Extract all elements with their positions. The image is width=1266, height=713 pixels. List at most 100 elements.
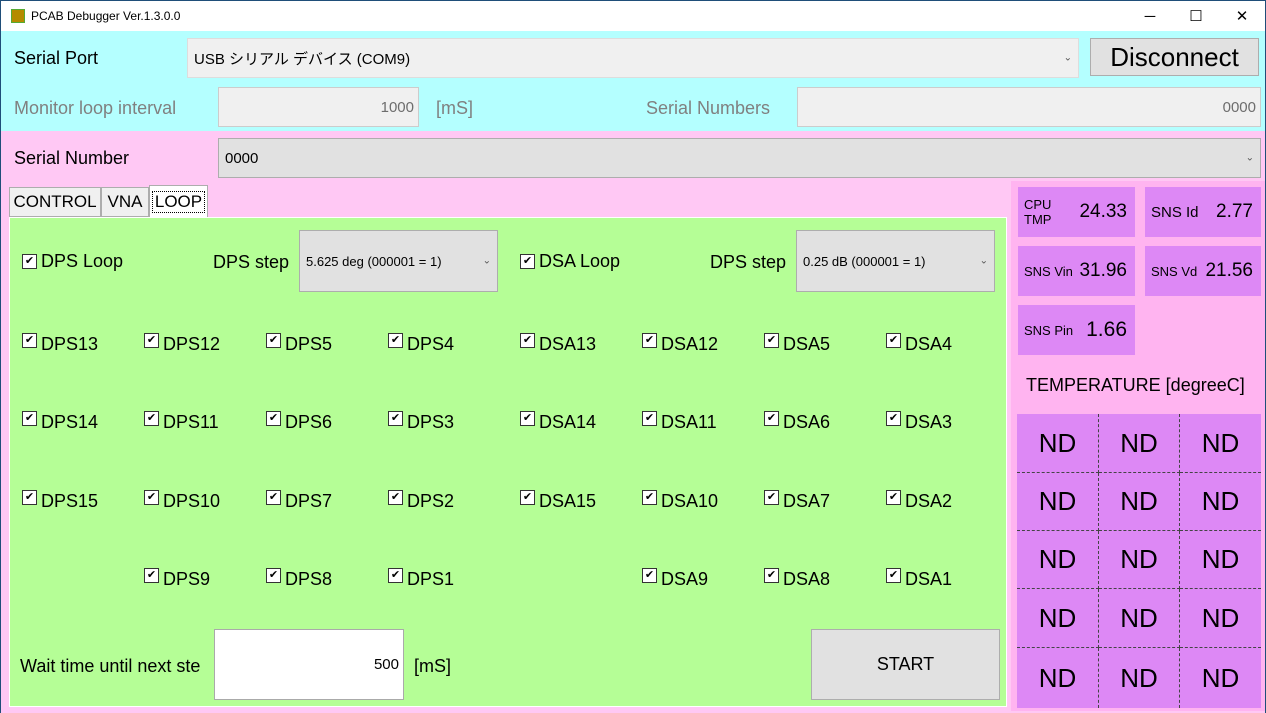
checkbox-label: DPS14	[41, 412, 99, 432]
dsa-step-value: 0.25 dB (000001 = 1)	[803, 253, 926, 269]
chevron-down-icon: ⌄	[1063, 52, 1072, 64]
temperature-cell: ND	[1017, 473, 1099, 531]
checkbox-label: DSA5	[783, 334, 831, 354]
wait-time-unit: [mS]	[414, 656, 452, 676]
checkbox-check-icon: ✔	[266, 411, 281, 426]
checkbox-dps13[interactable]: ✔ DPS13	[22, 333, 98, 355]
checkbox-check-icon: ✔	[144, 411, 159, 426]
serial-number-label: Serial Number	[14, 148, 130, 168]
checkbox-dps14[interactable]: ✔ DPS14	[22, 411, 99, 433]
dsa-step-select[interactable]: 0.25 dB (000001 = 1) ⌄	[796, 230, 995, 292]
checkbox-dsa14[interactable]: ✔ DSA14	[520, 411, 597, 433]
checkbox-check-icon: ✔	[520, 411, 535, 426]
tab-control[interactable]: CONTROL	[9, 187, 101, 217]
close-button[interactable]: ✕	[1219, 1, 1265, 31]
checkbox-check-icon: ✔	[22, 490, 37, 505]
serial-numbers-input[interactable]: 0000	[797, 87, 1261, 127]
temperature-cell: ND	[1180, 473, 1261, 531]
temperature-cell: ND	[1201, 662, 1240, 693]
checkbox-check-icon: ✔	[642, 333, 657, 348]
disconnect-button[interactable]: Disconnect	[1090, 38, 1259, 76]
checkbox-label: DSA2	[905, 491, 953, 511]
checkbox-dps1[interactable]: ✔ DPS1	[388, 568, 454, 590]
checkbox-dsa12[interactable]: ✔ DSA12	[642, 333, 719, 355]
serial-number-select[interactable]: 0000 ⌄	[218, 138, 1261, 178]
sns-vd-readout: SNS Vd 21.56	[1145, 246, 1261, 296]
temperature-cell: ND	[1180, 589, 1261, 648]
temperature-cell: ND	[1017, 589, 1099, 648]
checkbox-dps2[interactable]: ✔ DPS2	[388, 490, 454, 512]
checkbox-dsa6[interactable]: ✔ DSA6	[764, 411, 831, 433]
checkbox-check-icon: ✔	[144, 568, 159, 583]
checkbox-dps10[interactable]: ✔ DPS10	[144, 490, 220, 512]
checkbox-check-icon: ✔	[520, 254, 535, 269]
sns-pin-readout: SNS Pin 1.66	[1018, 305, 1135, 355]
checkbox-check-icon: ✔	[886, 568, 901, 583]
dsa-loop-checkbox[interactable]: ✔ DSA Loop	[520, 251, 620, 272]
serial-port-select[interactable]: USB シリアル デバイス (COM9) ⌄	[187, 38, 1079, 78]
temperature-cell: ND	[1017, 531, 1099, 589]
monitor-interval-label: Monitor loop interval	[14, 98, 177, 118]
checkbox-dsa11[interactable]: ✔ DSA11	[642, 411, 717, 433]
checkbox-dsa4[interactable]: ✔ DSA4	[886, 333, 953, 355]
checkbox-label: DPS11	[163, 412, 219, 432]
maximize-button[interactable]: ☐	[1173, 1, 1219, 31]
start-button[interactable]: START	[811, 629, 1000, 700]
checkbox-check-icon: ✔	[144, 333, 159, 348]
chevron-down-icon: ⌄	[482, 255, 491, 267]
checkbox-dps11[interactable]: ✔ DPS11	[144, 411, 219, 433]
checkbox-label: DSA6	[783, 412, 831, 432]
cpu-tmp-readout: CPU TMP 24.33	[1018, 187, 1135, 237]
checkbox-dsa13[interactable]: ✔ DSA13	[520, 333, 596, 355]
checkbox-dsa5[interactable]: ✔ DSA5	[764, 333, 831, 355]
checkbox-dsa3[interactable]: ✔ DSA3	[886, 411, 952, 433]
checkbox-dps7[interactable]: ✔ DPS7	[266, 490, 332, 512]
checkbox-dps3[interactable]: ✔ DPS3	[388, 411, 454, 433]
checkbox-check-icon: ✔	[22, 411, 37, 426]
checkbox-dps15[interactable]: ✔ DPS15	[22, 490, 98, 512]
chevron-down-icon: ⌄	[1245, 152, 1254, 164]
tab-vna[interactable]: VNA	[101, 187, 149, 217]
sns-vd-value: 21.56	[1205, 260, 1253, 281]
chevron-down-icon: ⌄	[979, 255, 988, 267]
checkbox-dps4[interactable]: ✔ DPS4	[388, 333, 455, 355]
dps-loop-checkbox[interactable]: ✔ DPS Loop	[22, 251, 123, 272]
checkbox-label: DSA7	[783, 491, 831, 511]
checkbox-label: DPS4	[407, 334, 455, 354]
checkbox-check-icon: ✔	[520, 490, 535, 505]
dps-step-value: 5.625 deg (000001 = 1)	[306, 253, 442, 269]
checkbox-dsa15[interactable]: ✔ DSA15	[520, 490, 596, 512]
checkbox-check-icon: ✔	[764, 490, 779, 505]
temperature-cell: ND	[1017, 648, 1099, 708]
checkbox-label: DSA14	[539, 412, 597, 432]
tab-loop[interactable]: LOOP	[149, 185, 208, 218]
checkbox-check-icon: ✔	[642, 568, 657, 583]
sns-vd-label: SNS Vd	[1151, 263, 1198, 279]
dsa-loop-label: DSA Loop	[539, 251, 621, 271]
checkbox-check-icon: ✔	[266, 333, 281, 348]
checkbox-label: DSA1	[905, 569, 953, 589]
checkbox-dps12[interactable]: ✔ DPS12	[144, 333, 220, 355]
sns-vin-value: 31.96	[1079, 260, 1127, 281]
temperature-grid: ND ND ND ND ND ND ND ND ND ND ND ND ND ND ND	[1017, 414, 1261, 708]
checkbox-dsa9[interactable]: ✔ DSA9	[642, 568, 708, 590]
checkbox-check-icon: ✔	[764, 568, 779, 583]
checkbox-label: DSA12	[661, 334, 719, 354]
checkbox-dsa10[interactable]: ✔ DSA10	[642, 490, 718, 512]
checkbox-dps9[interactable]: ✔ DPS9	[144, 568, 210, 590]
minimize-button[interactable]: ─	[1127, 1, 1173, 31]
checkbox-dsa1[interactable]: ✔ DSA1	[886, 568, 953, 590]
checkbox-dsa8[interactable]: ✔ DSA8	[764, 568, 830, 590]
checkbox-label: DPS6	[285, 412, 333, 432]
checkbox-label: DSA4	[905, 334, 953, 354]
monitor-interval-input[interactable]: 1000	[218, 87, 419, 127]
connection-panel: Serial Port USB シリアル デバイス (COM9) ⌄ Disco…	[1, 31, 1265, 131]
checkbox-dps8[interactable]: ✔ DPS8	[266, 568, 332, 590]
dps-step-select[interactable]: 5.625 deg (000001 = 1) ⌄	[299, 230, 498, 292]
checkbox-dsa7[interactable]: ✔ DSA7	[764, 490, 831, 512]
wait-time-input[interactable]: 500	[214, 629, 404, 700]
checkbox-dsa2[interactable]: ✔ DSA2	[886, 490, 953, 512]
checkbox-check-icon: ✔	[388, 568, 403, 583]
checkbox-dps6[interactable]: ✔ DPS6	[266, 411, 333, 433]
checkbox-dps5[interactable]: ✔ DPS5	[266, 333, 332, 355]
